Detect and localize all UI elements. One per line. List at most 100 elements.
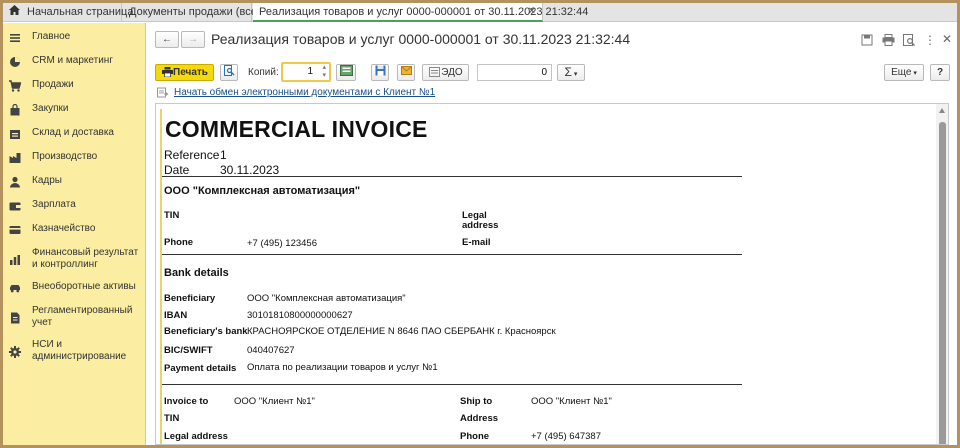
copies-input[interactable]: 1: [307, 66, 313, 77]
print-button[interactable]: Печать: [155, 64, 214, 81]
save-file-button[interactable]: [371, 64, 389, 81]
more-button[interactable]: Еще ▾: [884, 64, 924, 81]
start-edo-link[interactable]: Начать обмен электронными документами с …: [174, 87, 435, 98]
sidebar-item-label: Склад и доставка: [32, 127, 114, 138]
print-button-label: Печать: [173, 67, 208, 78]
bar-chart-icon: [9, 254, 21, 266]
gear-icon: [9, 346, 21, 358]
sum-mode-button[interactable]: Σ ▾: [557, 64, 585, 81]
tab-home[interactable]: Начальная страница: [3, 3, 133, 22]
tab-label: Реализация товаров и услуг 0000-000001 о…: [259, 6, 589, 18]
beneficiary-value: ООО "Комплексная автоматизация": [247, 293, 406, 304]
print-settings-button[interactable]: [336, 64, 356, 81]
date-value: 30.11.2023: [220, 163, 280, 177]
print-settings-icon: [339, 65, 353, 79]
scroll-up-icon[interactable]: [939, 108, 945, 113]
phone-value: +7 (495) 647387: [531, 431, 601, 442]
sidebar-item-production[interactable]: Производство: [3, 151, 146, 165]
pie-chart-icon: [9, 56, 21, 68]
envelope-icon: [400, 66, 412, 78]
tab-sales-invoice[interactable]: Реализация товаров и услуг 0000-000001 о…: [253, 3, 588, 22]
vertical-scrollbar[interactable]: [936, 104, 948, 444]
sidebar-item-label: Кадры: [32, 175, 62, 186]
phone-label: Phone: [164, 237, 194, 248]
edo-exchange-icon: [157, 87, 171, 101]
sidebar-item-crm[interactable]: CRM и маркетинг: [3, 55, 146, 69]
address-label: Address: [460, 413, 499, 424]
sidebar-item-label: Закупки: [32, 103, 69, 114]
sidebar-item-treasury[interactable]: Казначейство: [3, 223, 146, 237]
sidebar-item-label: Казначейство: [32, 223, 96, 234]
tab-label: Начальная страница: [27, 6, 134, 18]
preview-icon[interactable]: [903, 34, 917, 48]
selected-cell-border: [160, 109, 162, 444]
close-tab-icon[interactable]: ✕: [528, 3, 536, 21]
company-name: ООО "Комплексная автоматизация": [164, 185, 361, 197]
sidebar-item-label: Главное: [32, 31, 71, 42]
sidebar-item-label: Финансовый результат и контроллинг: [32, 247, 139, 270]
magnifier-icon: [223, 65, 235, 79]
invoice-to-value: ООО "Клиент №1": [234, 396, 315, 407]
scrollbar-thumb[interactable]: [939, 122, 946, 444]
copies-stepper[interactable]: ▴ ▾: [322, 64, 326, 80]
arrow-left-icon: ←: [162, 34, 172, 45]
iban-label: IBAN: [164, 310, 188, 321]
legal-address-label-line2: address: [462, 220, 499, 231]
tab-sales-documents[interactable]: Документы продажи (все): [123, 3, 260, 22]
sidebar-item-sales[interactable]: Продажи: [3, 79, 146, 93]
sidebar-item-main[interactable]: Главное: [3, 31, 146, 45]
home-icon: [9, 3, 21, 21]
sidebar-item-purchases[interactable]: Закупки: [3, 103, 146, 117]
person-icon: [9, 176, 21, 188]
bank-card-icon: [9, 224, 21, 236]
sidebar-item-salary[interactable]: Зарплата: [3, 199, 146, 213]
help-button-label: ?: [936, 67, 944, 78]
shopping-bag-icon: [9, 103, 21, 116]
legal-address-label: Legal address: [164, 431, 228, 442]
sidebar-item-label: НСИ и администрирование: [32, 339, 127, 362]
sidebar-item-label: CRM и маркетинг: [32, 55, 113, 66]
sidebar-item-label: Регламентированный учет: [32, 305, 133, 328]
save-icon[interactable]: [861, 34, 875, 48]
shopping-cart-icon: [9, 80, 22, 92]
sidebar-item-finance[interactable]: Финансовый результат и контроллинг: [3, 247, 146, 273]
edo-button-label: ЭДО: [441, 67, 463, 78]
printer-icon: [161, 67, 173, 83]
close-icon[interactable]: ✕: [942, 32, 956, 46]
payment-details-value: Оплата по реализации товаров и услуг №1: [247, 362, 438, 373]
sidebar-item-admin[interactable]: НСИ и администрирование: [3, 339, 146, 365]
divider: [162, 384, 742, 385]
document-icon: [9, 312, 21, 324]
print-preview-button[interactable]: [220, 64, 238, 81]
sidebar-item-regulated-accounting[interactable]: Регламентированный учет: [3, 305, 146, 331]
bic-value: 040407627: [247, 345, 295, 356]
edo-button[interactable]: ЭДО: [422, 64, 469, 81]
date-label: Date: [164, 163, 190, 177]
back-button[interactable]: ←: [155, 31, 179, 48]
printer-icon[interactable]: [882, 34, 896, 48]
help-button[interactable]: ?: [930, 64, 950, 81]
sidebar-item-label: Производство: [32, 151, 98, 162]
sidebar-item-hr[interactable]: Кадры: [3, 175, 146, 189]
forward-button[interactable]: →: [181, 31, 205, 48]
copies-field[interactable]: 1 ▴ ▾: [281, 62, 331, 82]
beneficiary-bank-label: Beneficiary's bank: [164, 326, 248, 337]
sum-field[interactable]: 0: [477, 64, 552, 81]
sidebar-item-warehouse[interactable]: Склад и доставка: [3, 127, 146, 141]
phone-value: +7 (495) 123456: [247, 238, 317, 249]
divider: [162, 254, 742, 255]
reference-value: 1: [220, 148, 227, 162]
ship-to-value: ООО "Клиент №1": [531, 396, 612, 407]
sidebar-item-label: Зарплата: [32, 199, 76, 210]
sidebar-item-label: Продажи: [32, 79, 74, 90]
more-vertical-icon[interactable]: ⋮: [924, 33, 938, 47]
send-email-button[interactable]: [397, 64, 415, 81]
warehouse-icon: [9, 128, 21, 140]
tin-label: TIN: [164, 210, 180, 221]
sidebar: Главное CRM и маркетинг Продажи Закупки: [3, 23, 146, 445]
sidebar-item-fixed-assets[interactable]: Внеоборотные активы: [3, 281, 146, 295]
sigma-icon: Σ: [564, 65, 572, 79]
edo-icon: [428, 67, 441, 83]
iban-value: 30101810800000000627: [247, 310, 353, 321]
beneficiary-label: Beneficiary: [164, 293, 216, 304]
